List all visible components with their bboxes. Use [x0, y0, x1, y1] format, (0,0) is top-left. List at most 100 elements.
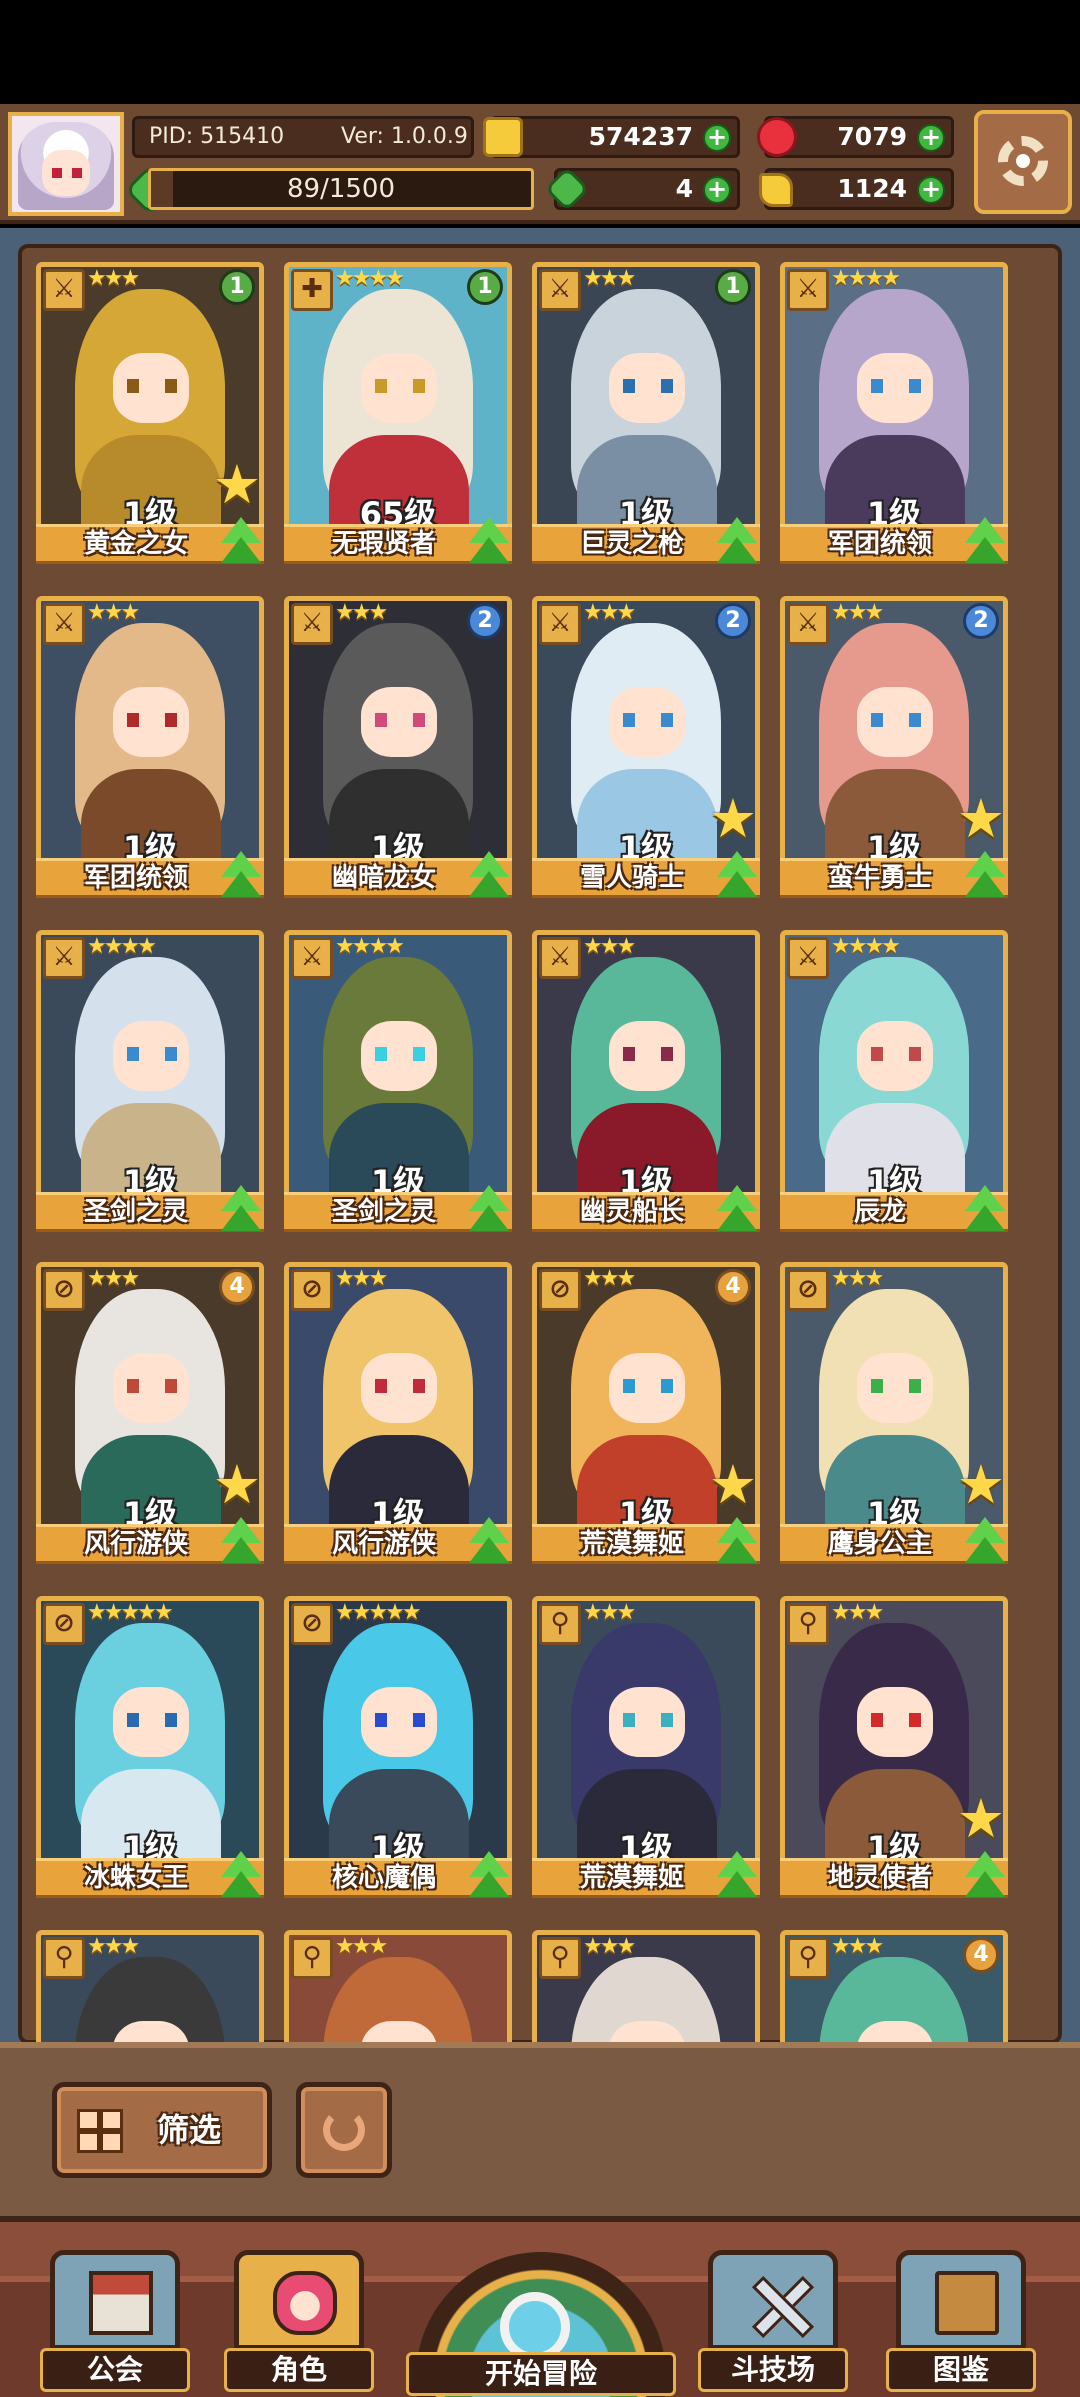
level-up-arrow-icon[interactable] — [218, 1851, 264, 1901]
avatar-eye-right — [72, 168, 82, 178]
upgrade-star-icon: ★ — [708, 1453, 758, 1516]
character-eye-right — [661, 379, 673, 393]
class-badge-icon: ⚔ — [539, 269, 581, 311]
character-card[interactable]: ⊘ ★★★ 1级 风行游侠 — [284, 1262, 512, 1570]
star-rating: ★★★★ — [831, 934, 901, 959]
level-up-arrow-icon[interactable] — [466, 1517, 512, 1567]
level-up-arrow-icon[interactable] — [714, 517, 760, 567]
character-name-plate: 无瑕贤者 — [284, 517, 512, 564]
nav-arena[interactable]: 斗技场 — [698, 2250, 848, 2392]
character-name: 风行游侠 — [83, 1529, 188, 1559]
character-portrait-face — [609, 1353, 685, 1423]
start-adventure-button[interactable]: 开始冒险 — [406, 2252, 676, 2397]
class-badge-icon: ⚲ — [787, 1603, 829, 1645]
level-up-arrow-icon[interactable] — [218, 851, 264, 901]
filter-button[interactable]: 筛选 — [52, 2082, 272, 2178]
level-up-arrow-icon[interactable] — [962, 1517, 1008, 1567]
character-portrait-face — [113, 353, 189, 423]
character-eye-right — [165, 1713, 177, 1727]
character-name-plate: 荒漠舞姬 — [532, 1851, 760, 1898]
gem-icon — [757, 117, 797, 157]
character-eye-left — [871, 1047, 883, 1061]
nav-arena-tile — [708, 2250, 838, 2350]
level-up-arrow-icon[interactable] — [466, 517, 512, 567]
level-up-arrow-icon[interactable] — [962, 1185, 1008, 1235]
level-up-arrow-icon[interactable] — [218, 1185, 264, 1235]
level-up-arrow-icon[interactable] — [962, 1851, 1008, 1901]
nav-guild-tile — [50, 2250, 180, 2350]
character-card[interactable]: ⚔ ★★★ 2 1级 ★ 蛮牛勇士 — [780, 596, 1008, 904]
character-name: 辰龙 — [853, 1197, 906, 1227]
character-card[interactable]: ⚔ ★★★★ 1级 圣剑之灵 — [284, 930, 512, 1238]
character-card[interactable]: ⚔ ★★★ 1级 幽灵船长 — [532, 930, 760, 1238]
settings-button[interactable] — [974, 110, 1072, 214]
star-rating: ★★★ — [831, 1600, 884, 1625]
character-name: 蛮牛勇士 — [827, 863, 932, 893]
character-name-plate: 荒漠舞姬 — [532, 1517, 760, 1564]
class-badge-icon: ⚔ — [787, 603, 829, 645]
level-up-arrow-icon[interactable] — [466, 851, 512, 901]
character-card[interactable]: ⚲ ★★★ 4 — [780, 1930, 1008, 2050]
rank-badge: 1 — [467, 269, 503, 305]
character-eye-left — [375, 713, 387, 727]
character-eye-right — [165, 379, 177, 393]
add-tickets-button[interactable]: + — [917, 176, 945, 204]
character-card[interactable]: ⚲ ★★★ — [284, 1930, 512, 2050]
character-card[interactable]: ⚔ ★★★ 2 1级 幽暗龙女 — [284, 596, 512, 904]
character-card[interactable]: ⊘ ★★★ 1级 ★ 鹰身公主 — [780, 1262, 1008, 1570]
character-eye-left — [871, 713, 883, 727]
character-card[interactable]: ⊘ ★★★★★ 1级 核心魔偶 — [284, 1596, 512, 1904]
character-card[interactable]: ⚲ ★★★ — [532, 1930, 760, 2050]
character-name-plate: 鹰身公主 — [780, 1517, 1008, 1564]
character-card[interactable]: ⚔ ★★★ 1 1级 ★ 黄金之女 — [36, 262, 264, 570]
add-clovers-button[interactable]: + — [703, 176, 731, 204]
add-coins-button[interactable]: + — [703, 124, 731, 152]
level-up-arrow-icon[interactable] — [714, 851, 760, 901]
character-card[interactable]: ✚ ★★★★ 1 65级 无瑕贤者 — [284, 262, 512, 570]
character-card[interactable]: ⊘ ★★★ 4 1级 ★ 荒漠舞姬 — [532, 1262, 760, 1570]
star-rating: ★★★ — [335, 600, 388, 625]
character-card[interactable]: ⚔ ★★★ 1级 军团统领 — [36, 596, 264, 904]
refresh-button[interactable] — [296, 2082, 392, 2178]
character-eye-left — [871, 1379, 883, 1393]
character-card[interactable]: ⚔ ★★★★ 1级 军团统领 — [780, 262, 1008, 570]
level-up-arrow-icon[interactable] — [466, 1185, 512, 1235]
level-up-arrow-icon[interactable] — [714, 1851, 760, 1901]
character-name-plate: 圣剑之灵 — [284, 1185, 512, 1232]
character-card[interactable]: ⚲ ★★★ 1级 ★ 地灵使者 — [780, 1596, 1008, 1904]
character-card[interactable]: ⚲ ★★★ 1级 荒漠舞姬 — [532, 1596, 760, 1904]
level-up-arrow-icon[interactable] — [714, 1517, 760, 1567]
level-up-arrow-icon[interactable] — [218, 1517, 264, 1567]
character-eye-left — [871, 1713, 883, 1727]
character-card-frame: ⚲ ★★★ — [36, 1930, 264, 2050]
player-avatar[interactable] — [8, 112, 124, 216]
class-badge-icon: ⚔ — [291, 937, 333, 979]
ticket-counter: 1124 + — [759, 168, 954, 210]
class-badge-icon: ⊘ — [787, 1269, 829, 1311]
character-card[interactable]: ⚔ ★★★ 2 1级 ★ 雪人骑士 — [532, 596, 760, 904]
codex-book-icon — [935, 2271, 999, 2335]
level-up-arrow-icon[interactable] — [962, 851, 1008, 901]
level-up-arrow-icon[interactable] — [218, 517, 264, 567]
rank-badge: 4 — [963, 1937, 999, 1973]
character-name: 巨灵之枪 — [579, 529, 684, 559]
filter-label: 筛选 — [157, 2111, 222, 2149]
character-name: 荒漠舞姬 — [579, 1529, 684, 1559]
character-name-plate: 冰蛛女王 — [36, 1851, 264, 1898]
add-gems-button[interactable]: + — [917, 124, 945, 152]
character-card[interactable]: ⊘ ★★★ 4 1级 ★ 风行游侠 — [36, 1262, 264, 1570]
nav-role[interactable]: 角色 — [224, 2250, 374, 2392]
character-card[interactable]: ⚲ ★★★ — [36, 1930, 264, 2050]
character-card[interactable]: ⚔ ★★★★ 1级 圣剑之灵 — [36, 930, 264, 1238]
nav-codex[interactable]: 图鉴 — [886, 2250, 1036, 2392]
level-up-arrow-icon[interactable] — [466, 1851, 512, 1901]
rank-badge: 2 — [467, 603, 503, 639]
level-up-arrow-icon[interactable] — [962, 517, 1008, 567]
character-grid[interactable]: ⚔ ★★★ 1 1级 ★ 黄金之女 ✚ ★★★★ 1 65级 无瑕贤者 ⚔ ★★★ 1 1级 巨灵之枪 ⚔ ★★★… — [36, 262, 1036, 2050]
character-card[interactable]: ⊘ ★★★★★ 1级 冰蛛女王 — [36, 1596, 264, 1904]
character-card[interactable]: ⚔ ★★★★ 1级 辰龙 — [780, 930, 1008, 1238]
character-card[interactable]: ⚔ ★★★ 1 1级 巨灵之枪 — [532, 262, 760, 570]
character-name-plate: 辰龙 — [780, 1185, 1008, 1232]
level-up-arrow-icon[interactable] — [714, 1185, 760, 1235]
nav-guild[interactable]: 公会 — [40, 2250, 190, 2392]
